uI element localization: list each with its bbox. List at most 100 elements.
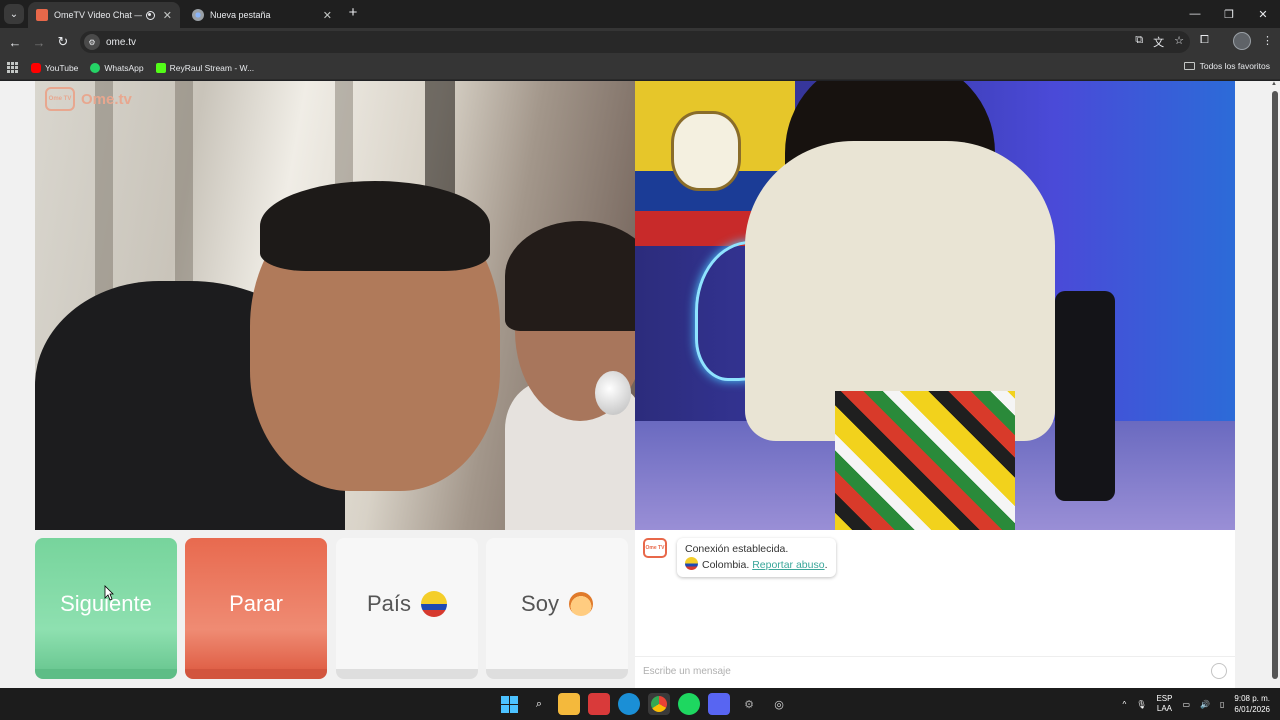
spotify-icon[interactable]	[678, 693, 700, 715]
country-filter-button[interactable]: País	[336, 538, 478, 679]
scroll-thumb[interactable]	[1272, 91, 1278, 679]
close-window-icon[interactable]: ✕	[1246, 0, 1280, 28]
bookmark-whatsapp[interactable]: WhatsApp	[90, 62, 144, 73]
browser-toolbar: ← → ↻ ⚙ ome.tv ⧉ 文 ☆ ⧠ ⋮	[0, 28, 1280, 56]
ometv-favicon-icon	[36, 9, 48, 21]
reload-icon[interactable]: ↻	[54, 33, 72, 51]
next-button[interactable]: Siguiente	[35, 538, 177, 679]
all-bookmarks-label: Todos los favoritos	[1199, 61, 1270, 71]
restore-icon[interactable]: ❐	[1212, 0, 1246, 28]
tray-chevron-icon[interactable]: ^	[1123, 700, 1127, 709]
page-scrollbar[interactable]: ▲	[1270, 81, 1280, 688]
address-bar[interactable]: ⚙ ome.tv ⧉ 文 ☆	[80, 31, 1190, 53]
close-tab-icon[interactable]: ✕	[323, 9, 332, 22]
clock-time: 9:08 p. m.	[1234, 694, 1270, 703]
lang-bottom: LAA	[1156, 704, 1173, 713]
tab-title: Nueva pestaña	[210, 10, 271, 20]
gaming-chair	[1055, 291, 1115, 501]
clock-date: 6/01/2026	[1234, 705, 1270, 714]
bookmark-label: ReyRaul Stream - W...	[169, 62, 255, 73]
message-placeholder: Escribe un mensaje	[643, 666, 731, 677]
local-video: Ome TV Ome.tv	[35, 81, 635, 530]
mouse-cursor-icon	[104, 585, 114, 601]
bookmark-label: YouTube	[45, 62, 79, 73]
ometv-logo-text: Ome.tv	[81, 90, 132, 108]
back-icon[interactable]: ←	[6, 33, 24, 51]
close-tab-icon[interactable]: ✕	[163, 9, 172, 22]
colombia-flag-icon	[421, 590, 448, 617]
minimize-icon[interactable]: —	[1178, 0, 1212, 28]
network-icon[interactable]: ▭	[1182, 700, 1190, 709]
system-message: Conexión establecida. Colombia. Reportar…	[677, 538, 836, 577]
tab-strip: ⌄ OmeTV Video Chat — Ome ✕ Nueva pestaña…	[0, 0, 1280, 28]
lang-top: ESP	[1156, 694, 1173, 703]
forward-icon[interactable]: →	[30, 33, 48, 51]
bookmark-label: WhatsApp	[104, 62, 144, 73]
youtube-icon	[31, 62, 41, 73]
bookmark-youtube[interactable]: YouTube	[31, 62, 79, 73]
tab-ometv[interactable]: OmeTV Video Chat — Ome ✕	[28, 2, 180, 28]
extensions-icon[interactable]: ⧠	[1200, 34, 1209, 47]
remote-video	[635, 81, 1235, 530]
microphone-icon[interactable]: 🎙	[1136, 700, 1146, 709]
windows-taskbar: ⌕ ⚙ ◎ ^ 🎙 ESP LAA ▭ 🔊 ▯ 9:08 p. m. 6/01/…	[0, 688, 1280, 720]
search-icon[interactable]: ⌕	[528, 693, 550, 715]
colombia-flag-icon	[685, 557, 698, 570]
start-icon[interactable]	[498, 693, 520, 715]
ometv-logo-icon: Ome TV	[45, 87, 75, 111]
bookmark-star-icon[interactable]: ☆	[1174, 34, 1184, 50]
emoji-icon[interactable]	[1211, 663, 1227, 679]
discord-icon[interactable]	[708, 693, 730, 715]
ometv-chat-avatar-icon: Ome TV	[643, 538, 667, 558]
coat-of-arms	[671, 111, 741, 191]
report-suffix: .	[824, 559, 828, 571]
system-clock[interactable]: 9:08 p. m. 6/01/2026	[1234, 693, 1270, 715]
screen-recorder-icon[interactable]	[588, 693, 610, 715]
curtain-fold	[95, 81, 113, 301]
battery-icon[interactable]: ▯	[1220, 700, 1224, 709]
translate-icon[interactable]: 文	[1153, 34, 1164, 50]
bookmark-kick[interactable]: ReyRaul Stream - W...	[155, 62, 255, 73]
folder-icon	[1183, 62, 1195, 70]
stop-button[interactable]: Parar	[185, 538, 327, 679]
tab-title: OmeTV Video Chat — Ome	[54, 10, 142, 20]
gender-select-button[interactable]: Soy	[486, 538, 628, 679]
cast-icon[interactable]: ⧉	[1135, 34, 1143, 50]
tab-new-tab[interactable]: Nueva pestaña ✕	[184, 2, 340, 28]
site-info-icon[interactable]: ⚙	[84, 34, 100, 50]
person-hair	[260, 181, 490, 271]
message-input[interactable]: Escribe un mensaje	[635, 656, 1235, 686]
whatsapp-icon	[90, 62, 101, 73]
url-text[interactable]: ome.tv	[106, 37, 136, 48]
ometv-logo: Ome TV Ome.tv	[45, 87, 132, 111]
gender-button-label: Soy	[521, 590, 559, 616]
person-pants	[835, 391, 1015, 530]
person-hair	[505, 221, 635, 331]
scroll-up-icon[interactable]: ▲	[1271, 81, 1277, 87]
steam-icon[interactable]: ◎	[768, 693, 790, 715]
menu-icon[interactable]: ⋮	[1262, 34, 1273, 47]
kick-icon	[155, 62, 166, 73]
file-explorer-icon[interactable]	[558, 693, 580, 715]
all-bookmarks-button[interactable]: Todos los favoritos	[1183, 61, 1270, 71]
microphone	[595, 371, 631, 415]
country-button-label: País	[366, 590, 412, 616]
chat-panel: Ome TV Conexión establecida. Colombia. R…	[635, 530, 1235, 688]
ometv-page: Ome TV Ome.tv Siguiente Parar País Soy O…	[0, 81, 1270, 688]
volume-icon[interactable]: 🔊	[1200, 700, 1210, 709]
profile-avatar[interactable]	[1233, 32, 1251, 50]
connection-status: Conexión establecida.	[685, 543, 789, 555]
settings-gear-icon[interactable]: ⚙	[738, 693, 760, 715]
chrome-icon[interactable]	[648, 693, 670, 715]
tab-search-button[interactable]: ⌄	[4, 4, 24, 24]
report-abuse-link[interactable]: Reportar abuso	[752, 559, 824, 571]
bookmarks-bar: YouTube WhatsApp ReyRaul Stream - W... T…	[0, 56, 1280, 80]
edge-icon[interactable]	[618, 693, 640, 715]
country-line: Colombia. Reportar abuso.	[685, 557, 828, 573]
language-indicator[interactable]: ESP LAA	[1156, 694, 1172, 714]
new-tab-button[interactable]: +	[344, 4, 362, 21]
country-name: Colombia.	[702, 559, 750, 571]
apps-grid-icon[interactable]	[7, 61, 19, 74]
recording-icon	[145, 10, 155, 20]
stop-button-label: Parar	[229, 590, 283, 616]
